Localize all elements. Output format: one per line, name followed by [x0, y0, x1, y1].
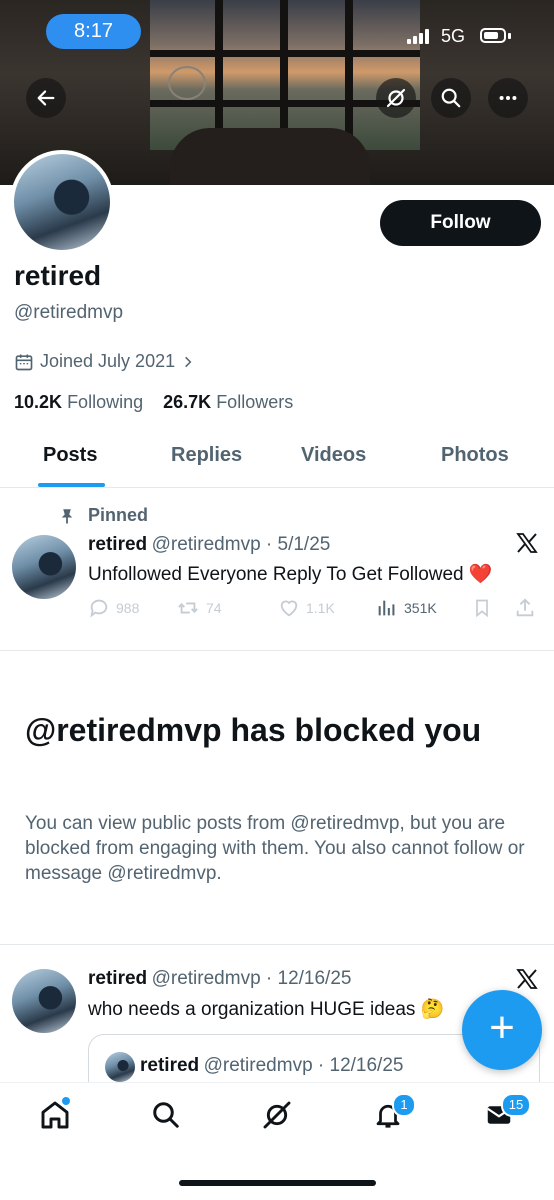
status-time: 8:17	[46, 14, 141, 49]
post-actions: 988 74 1.1K 351K	[88, 597, 538, 621]
heart-icon	[280, 600, 298, 617]
post-text-content: who needs a organization HUGE ideas	[88, 999, 416, 1020]
post-avatar[interactable]	[12, 969, 76, 1033]
search-icon	[153, 1102, 179, 1128]
x-logo-icon	[515, 531, 539, 560]
window-frame	[150, 50, 420, 57]
post-text: who needs a organization HUGE ideas 🤔	[88, 997, 444, 1021]
following-count: 10.2K	[14, 392, 63, 412]
repost-icon	[178, 602, 198, 614]
quote-avatar	[105, 1052, 135, 1082]
pinned-row: Pinned	[58, 505, 148, 526]
tab-photos[interactable]: Photos	[441, 444, 509, 467]
tab-replies[interactable]: Replies	[171, 444, 242, 467]
followers-label: Followers	[216, 392, 294, 412]
heart-emoji: ❤️	[468, 564, 493, 585]
banner-tub	[170, 128, 370, 185]
post-text-content: Unfollowed Everyone Reply To Get Followe…	[88, 564, 464, 585]
signal-icon	[407, 28, 431, 44]
nav-search[interactable]	[148, 1097, 184, 1133]
blocked-text: You can view public posts from @retiredm…	[25, 813, 525, 884]
profile-tabs: Posts Replies Videos Photos	[0, 432, 554, 488]
network-label: 5G	[441, 26, 466, 46]
post-avatar[interactable]	[12, 535, 76, 599]
share-icon	[516, 598, 534, 617]
blocked-title: @retiredmvp has blocked you	[25, 712, 482, 748]
views-button[interactable]: 351K	[376, 597, 437, 619]
thinking-emoji: 🤔	[420, 999, 445, 1020]
grok-icon	[263, 1101, 291, 1129]
grok-icon	[386, 88, 406, 108]
pin-icon	[61, 508, 73, 523]
tab-active-indicator	[38, 483, 105, 487]
battery-tip	[508, 33, 511, 39]
grok-button[interactable]	[376, 78, 416, 118]
followers-link[interactable]: 26.7K Followers	[163, 392, 293, 412]
search-button[interactable]	[431, 78, 471, 118]
tab-videos[interactable]: Videos	[301, 444, 366, 467]
following-label: Following	[67, 392, 144, 412]
view-count: 351K	[404, 600, 437, 616]
more-icon	[499, 95, 517, 101]
followers-count: 26.7K	[163, 392, 212, 412]
post-text: Unfollowed Everyone Reply To Get Followe…	[88, 562, 493, 586]
reply-icon	[90, 599, 108, 618]
repost-count: 74	[206, 600, 222, 616]
divider	[0, 650, 554, 651]
joined-row[interactable]: Joined July 2021	[14, 351, 195, 372]
repost-button[interactable]: 74	[176, 597, 222, 619]
chevron-right-icon	[185, 356, 192, 367]
nav-grok[interactable]	[259, 1097, 295, 1133]
follow-button[interactable]: Follow	[380, 200, 541, 246]
like-button[interactable]: 1.1K	[278, 597, 335, 619]
home-dot-badge	[62, 1097, 70, 1105]
compose-button[interactable]: +	[462, 990, 542, 1070]
like-count: 1.1K	[306, 600, 335, 616]
joined-date: Joined July 2021	[40, 351, 176, 371]
post-author-meta: @retiredmvp · 5/1/25	[151, 534, 331, 555]
quote-author-name: retired	[140, 1055, 200, 1076]
post-author-name[interactable]: retired	[88, 534, 147, 555]
tab-posts[interactable]: Posts	[43, 444, 97, 467]
plus-icon: +	[489, 1003, 515, 1052]
banner-lamp	[168, 66, 206, 100]
post-author-meta: @retiredmvp · 12/16/25	[151, 968, 352, 989]
follow-stats: 10.2K Following 26.7K Followers	[14, 392, 293, 413]
profile-avatar[interactable]	[10, 150, 114, 254]
calendar-icon	[15, 354, 33, 370]
post-header: retired @retiredmvp · 5/1/25	[88, 534, 330, 556]
bookmark-icon	[476, 599, 488, 618]
notifications-badge: 1	[392, 1093, 416, 1117]
nav-notifications[interactable]: 1	[370, 1093, 416, 1133]
views-icon	[378, 600, 395, 616]
battery-icon	[480, 28, 506, 43]
profile-name: retired	[14, 260, 102, 291]
back-arrow-icon	[37, 90, 55, 106]
share-button[interactable]	[514, 597, 536, 619]
profile-handle: @retiredmvp	[14, 302, 124, 323]
x-logo-icon	[515, 967, 539, 996]
messages-badge: 15	[501, 1093, 531, 1117]
back-button[interactable]	[26, 78, 66, 118]
nav-messages[interactable]: 15	[481, 1093, 531, 1133]
search-icon	[441, 88, 461, 108]
bookmark-button[interactable]	[472, 597, 492, 619]
window-frame	[345, 0, 353, 150]
following-link[interactable]: 10.2K Following	[14, 392, 143, 412]
quote-author-meta: @retiredmvp · 12/16/25	[203, 1055, 404, 1076]
reply-button[interactable]: 988	[88, 597, 139, 619]
divider	[0, 944, 554, 945]
more-button[interactable]	[488, 78, 528, 118]
post-header: retired @retiredmvp · 12/16/25	[88, 968, 351, 990]
pinned-label: Pinned	[88, 505, 149, 525]
nav-home[interactable]	[37, 1097, 73, 1133]
home-indicator	[179, 1180, 376, 1186]
quote-header: retired @retiredmvp · 12/16/25	[140, 1055, 403, 1077]
reply-count: 988	[116, 600, 140, 616]
post-author-name[interactable]: retired	[88, 968, 147, 989]
